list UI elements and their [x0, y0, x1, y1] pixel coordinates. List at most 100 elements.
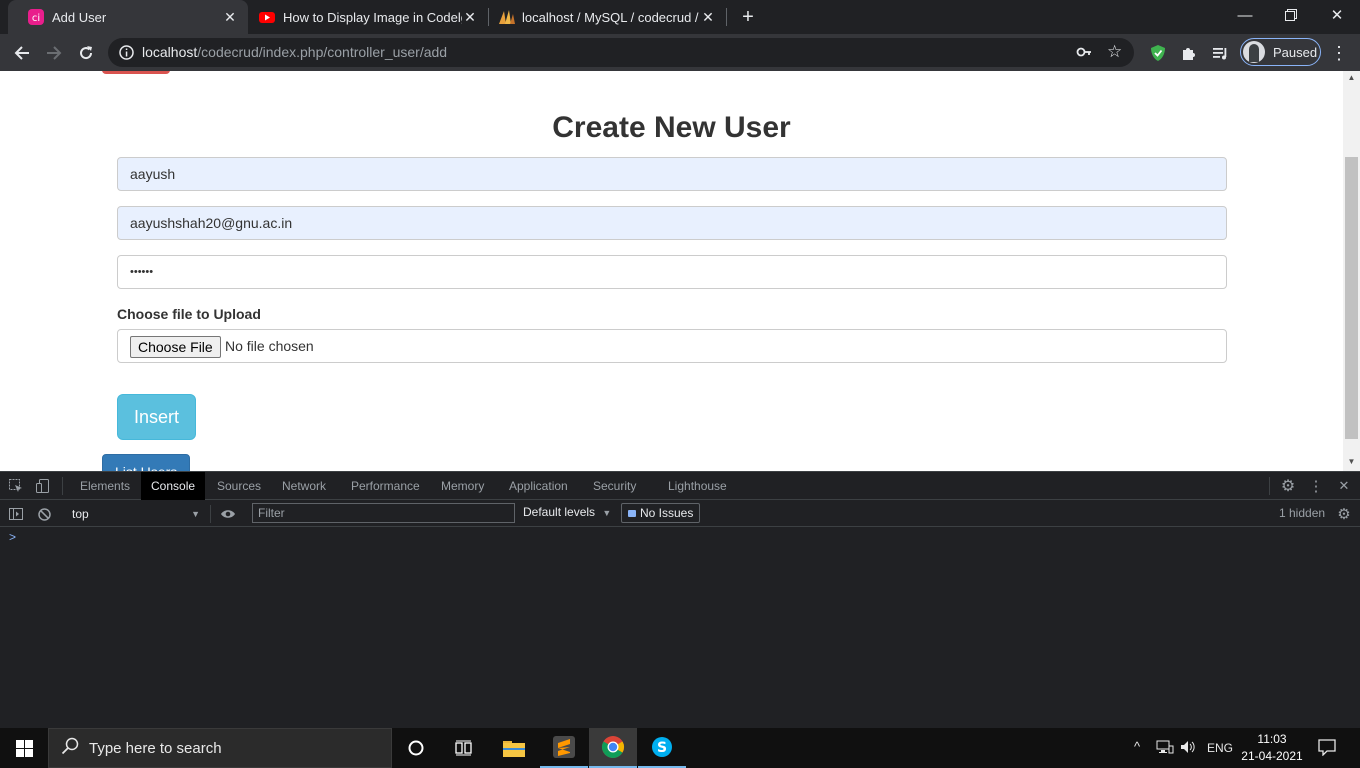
notifications-icon[interactable] [1318, 738, 1336, 759]
file-upload-input[interactable]: Choose File No file chosen [117, 329, 1227, 363]
devtools-tab-application[interactable]: Application [509, 472, 568, 500]
devtools-tab-performance[interactable]: Performance [351, 472, 420, 500]
search-placeholder: Type here to search [89, 739, 222, 757]
log-levels-dropdown[interactable]: Default levels ▼ [523, 505, 611, 519]
devtools-tab-bar: Elements Console Sources Network Perform… [0, 472, 1360, 500]
browser-menu-icon[interactable]: ⋮ [1325, 39, 1353, 67]
issues-button[interactable]: No Issues [621, 503, 701, 523]
windows-start-button[interactable] [0, 728, 48, 768]
filter-placeholder: Filter [258, 506, 285, 520]
toolbar-divider [210, 505, 211, 523]
bookmark-star-icon[interactable]: ☆ [1107, 42, 1122, 62]
devtools-panel: Elements Console Sources Network Perform… [0, 471, 1360, 728]
reload-icon[interactable] [72, 39, 100, 67]
restore-icon[interactable] [1268, 0, 1314, 30]
new-tab-plus-icon[interactable]: + [736, 5, 760, 29]
cortana-icon[interactable] [392, 728, 440, 768]
hidden-messages-count: 1 hidden [1279, 506, 1326, 520]
scroll-down-arrow-icon[interactable]: ▼ [1343, 455, 1360, 469]
input-language-indicator[interactable]: ENG [1207, 741, 1233, 755]
tab-close-icon[interactable]: ✕ [222, 9, 238, 26]
back-arrow-icon[interactable] [8, 39, 36, 67]
message-icon [628, 509, 636, 517]
tab-phpmyadmin[interactable]: localhost / MySQL / codecrud / u ✕ [488, 0, 726, 34]
issues-label: No Issues [640, 506, 694, 520]
window-close-icon[interactable]: ✕ [1314, 0, 1360, 30]
svg-text:ci: ci [32, 13, 40, 24]
devtools-tab-network[interactable]: Network [282, 472, 326, 500]
show-sidebar-icon[interactable] [6, 504, 26, 524]
tab-close-icon[interactable]: ✕ [700, 9, 716, 26]
file-explorer-icon[interactable] [490, 728, 538, 768]
devtools-tab-memory[interactable]: Memory [441, 472, 484, 500]
tab-close-icon[interactable]: ✕ [462, 9, 478, 26]
choose-file-button[interactable]: Choose File [130, 336, 221, 358]
profile-status-label: Paused [1273, 44, 1318, 60]
name-input[interactable]: aayush [117, 157, 1227, 191]
address-bar[interactable]: localhost/codecrud/index.php/controller_… [108, 38, 1134, 67]
chrome-icon[interactable] [589, 728, 637, 768]
password-input[interactable]: •••••• [117, 255, 1227, 289]
tab-separator [726, 8, 727, 26]
email-input-value: aayushshah20@gnu.ac.in [130, 215, 293, 231]
insert-button[interactable]: Insert [117, 394, 196, 440]
devtools-tab-console[interactable]: Console [141, 472, 206, 500]
url-text: localhost/codecrud/index.php/controller_… [142, 44, 447, 60]
console-toolbar: top ▼ Filter Default levels ▼ No Issues … [0, 500, 1360, 527]
devtools-tab-security[interactable]: Security [593, 472, 636, 500]
file-upload-label: Choose file to Upload [117, 306, 261, 322]
scroll-up-arrow-icon[interactable]: ▲ [1343, 71, 1360, 85]
clock-time: 11:03 [1257, 732, 1287, 746]
tab-title: How to Display Image in Codelgn [283, 9, 462, 25]
execution-context-select[interactable]: top ▼ [64, 504, 206, 523]
tab-add-user[interactable]: ci Add User ✕ [8, 0, 248, 34]
no-file-text: No file chosen [225, 338, 314, 354]
system-clock[interactable]: 11:03 21-04-2021 [1240, 731, 1304, 765]
devtools-tab-elements[interactable]: Elements [80, 472, 130, 500]
media-queue-icon[interactable] [1206, 39, 1234, 67]
youtube-favicon-icon [259, 9, 275, 25]
show-hidden-icons-chevron-icon[interactable]: ^ [1134, 739, 1140, 754]
clock-date: 21-04-2021 [1241, 749, 1303, 763]
devtools-close-icon[interactable]: ✕ [1334, 476, 1354, 496]
skype-icon[interactable]: S [638, 728, 686, 768]
extensions-puzzle-icon[interactable] [1175, 39, 1203, 67]
adguard-shield-icon[interactable] [1144, 39, 1172, 67]
windows-logo-icon [15, 739, 33, 757]
live-expression-eye-icon[interactable] [218, 504, 238, 524]
profile-paused-button[interactable]: Paused [1240, 38, 1321, 66]
email-input[interactable]: aayushshah20@gnu.ac.in [117, 206, 1227, 240]
devtools-settings-gear-icon[interactable]: ⚙ [1278, 476, 1298, 496]
list-users-button[interactable]: List Users [102, 454, 190, 471]
volume-icon[interactable] [1180, 740, 1198, 757]
info-icon[interactable] [119, 45, 134, 65]
inspect-element-icon[interactable] [6, 476, 26, 496]
tab-youtube[interactable]: How to Display Image in Codelgn ✕ [248, 0, 488, 34]
taskbar-search-box[interactable]: Type here to search [48, 728, 392, 768]
password-input-value: •••••• [130, 266, 154, 278]
devtools-tab-sources[interactable]: Sources [217, 472, 261, 500]
page-scrollbar[interactable]: ▲ ▼ [1343, 71, 1360, 471]
sublime-text-icon[interactable] [540, 728, 588, 768]
svg-text:S: S [657, 740, 667, 756]
red-button-partial[interactable] [102, 71, 170, 74]
avatar [1243, 41, 1265, 63]
scrollbar-thumb[interactable] [1345, 157, 1358, 439]
page-viewport: Create New User aayush aayushshah20@gnu.… [0, 71, 1343, 471]
console-filter-input[interactable]: Filter [252, 503, 515, 523]
clear-console-icon[interactable] [34, 504, 54, 524]
windows-taskbar: Type here to search S ^ ENG 11:03 21-04-… [0, 728, 1360, 768]
url-host: localhost [142, 44, 198, 60]
toolbar-divider [1269, 477, 1270, 495]
devtools-tab-lighthouse[interactable]: Lighthouse [668, 472, 727, 500]
network-icon[interactable] [1156, 740, 1174, 757]
tab-title: Add User [52, 9, 107, 25]
minimize-icon[interactable]: — [1222, 0, 1268, 30]
console-prompt[interactable]: > [9, 530, 16, 544]
forward-arrow-icon[interactable] [40, 39, 68, 67]
device-toolbar-icon[interactable] [33, 476, 53, 496]
devtools-more-menu-icon[interactable]: ⋮ [1306, 476, 1326, 496]
console-settings-gear-icon[interactable]: ⚙ [1334, 504, 1354, 524]
key-icon[interactable] [1076, 44, 1092, 65]
task-view-icon[interactable] [440, 728, 488, 768]
